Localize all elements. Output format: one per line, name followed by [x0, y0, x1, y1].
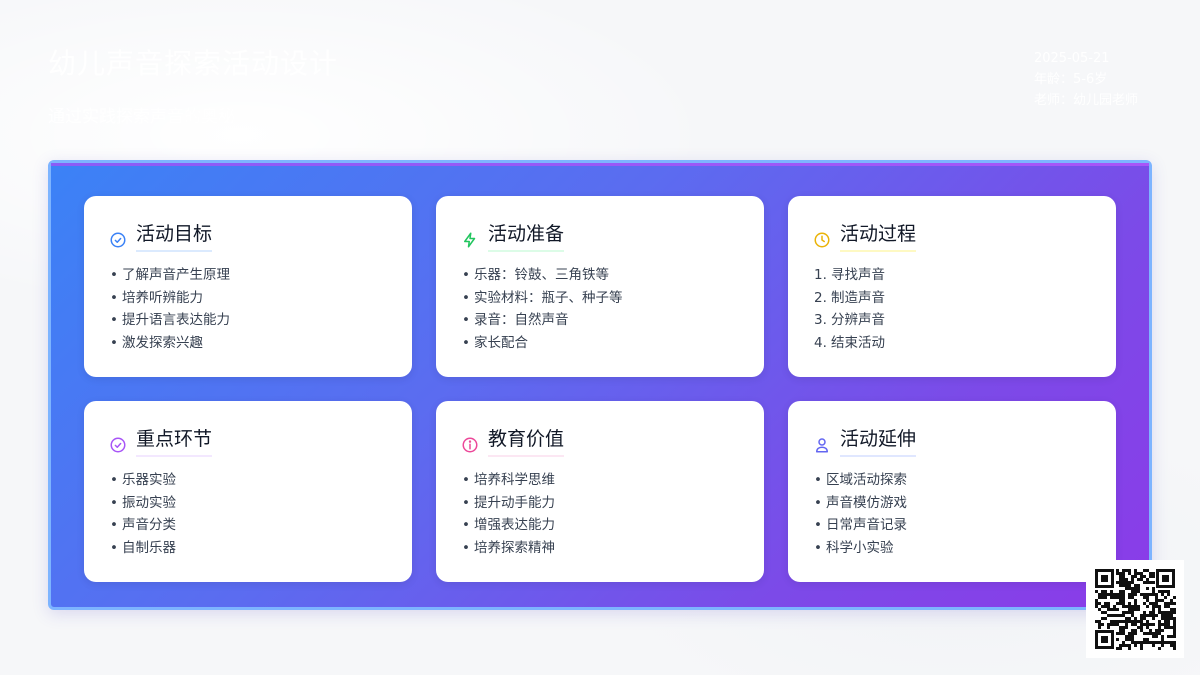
- list-item: • 培养科学思维: [462, 472, 555, 488]
- panel-top-edge: [51, 163, 1149, 166]
- list-item: 2. 制造声音: [814, 289, 885, 306]
- card-educational-value: 教育价值 • 培养科学思维 • 提升动手能力 • 增强表达能力 • 培养探索精神: [436, 401, 764, 582]
- info-icon: [460, 435, 480, 455]
- card-title: 活动过程: [840, 222, 917, 252]
- list-item: • 日常声音记录: [814, 517, 907, 534]
- list-item: • 录音：自然声音: [462, 312, 569, 329]
- list-item: • 振动实验: [110, 494, 176, 511]
- meta-info: 2025-05-21 年龄：5-6岁 老师：幼儿园老师: [1034, 48, 1138, 111]
- list-item: • 声音模仿游戏: [814, 494, 907, 511]
- list-item: • 了解声音产生原理: [110, 267, 230, 283]
- card-activity-process: 活动过程 1. 寻找声音 2. 制造声音 3. 分辨声音 4. 结束活动: [788, 196, 1116, 377]
- card-title: 教育价值: [488, 427, 565, 457]
- list-item: • 家长配合: [462, 335, 528, 352]
- list-item: • 培养听辨能力: [110, 289, 203, 306]
- list-item: 3. 分辨声音: [814, 312, 885, 329]
- check-circle-icon: [108, 230, 128, 250]
- cards-panel: 活动目标 • 了解声音产生原理 • 培养听辨能力 • 提升语言表达能力 • 激发探索兴趣…: [48, 160, 1152, 610]
- card-list: • 培养科学思维 • 提升动手能力 • 增强表达能力 • 培养探索精神: [462, 469, 555, 560]
- page-title: 幼儿声音探索活动设计: [48, 47, 339, 80]
- card-title: 活动准备: [488, 222, 565, 252]
- card-activity-goals: 活动目标 • 了解声音产生原理 • 培养听辨能力 • 提升语言表达能力 • 激发探索兴趣: [84, 196, 412, 377]
- list-item: • 区域活动探索: [814, 472, 907, 488]
- list-item: • 声音分类: [110, 517, 176, 534]
- card-title: 活动目标: [136, 222, 213, 252]
- card-list: • 区域活动探索 • 声音模仿游戏 • 日常声音记录 • 科学小实验: [814, 469, 907, 560]
- list-item: • 培养探索精神: [462, 540, 555, 557]
- list-item: • 增强表达能力: [462, 517, 555, 534]
- card-list: • 乐器实验 • 振动实验 • 声音分类 • 自制乐器: [110, 469, 176, 560]
- card-header: 活动准备: [460, 220, 565, 254]
- check-badge-icon: [108, 435, 128, 455]
- page-subtitle: 通过实践探索声音的奥秘: [48, 107, 235, 127]
- card-header: 教育价值: [460, 425, 565, 459]
- card-key-sessions: 重点环节 • 乐器实验 • 振动实验 • 声音分类 • 自制乐器: [84, 401, 412, 582]
- user-icon: [812, 435, 832, 455]
- meta-date: 2025-05-21: [1033, 51, 1110, 66]
- card-activity-preparation: 活动准备 • 乐器：铃鼓、三角铁等 • 实验材料：瓶子、种子等 • 录音：自然声音 •…: [436, 196, 764, 377]
- list-item: 4. 结束活动: [814, 335, 885, 352]
- list-item: 1. 寻找声音: [814, 267, 885, 283]
- card-title: 活动延伸: [840, 427, 917, 457]
- meta-age: 年龄：5-6岁: [1033, 72, 1108, 87]
- card-title: 重点环节: [136, 427, 213, 457]
- clock-icon: [812, 230, 832, 250]
- card-list: 1. 寻找声音 2. 制造声音 3. 分辨声音 4. 结束活动: [814, 264, 885, 355]
- card-header: 活动目标: [108, 220, 213, 254]
- meta-teacher: 老师：幼儿园老师: [1033, 93, 1138, 108]
- card-list: • 了解声音产生原理 • 培养听辨能力 • 提升语言表达能力 • 激发探索兴趣: [110, 264, 230, 355]
- qr-code-icon[interactable]: [1086, 560, 1184, 658]
- card-header: 重点环节: [108, 425, 213, 459]
- list-item: • 实验材料：瓶子、种子等: [462, 289, 623, 306]
- list-item: • 乐器实验: [110, 472, 176, 488]
- card-header: 活动过程: [812, 220, 917, 254]
- card-header: 活动延伸: [812, 425, 917, 459]
- list-item: • 乐器：铃鼓、三角铁等: [462, 267, 609, 283]
- list-item: • 提升语言表达能力: [110, 312, 230, 329]
- list-item: • 自制乐器: [110, 540, 176, 557]
- list-item: • 科学小实验: [814, 540, 894, 557]
- list-item: • 提升动手能力: [462, 494, 555, 511]
- list-item: • 激发探索兴趣: [110, 335, 203, 352]
- lightning-icon: [460, 230, 480, 250]
- card-activity-extension: 活动延伸 • 区域活动探索 • 声音模仿游戏 • 日常声音记录 • 科学小实验: [788, 401, 1116, 582]
- card-list: • 乐器：铃鼓、三角铁等 • 实验材料：瓶子、种子等 • 录音：自然声音 • 家长配合: [462, 264, 623, 355]
